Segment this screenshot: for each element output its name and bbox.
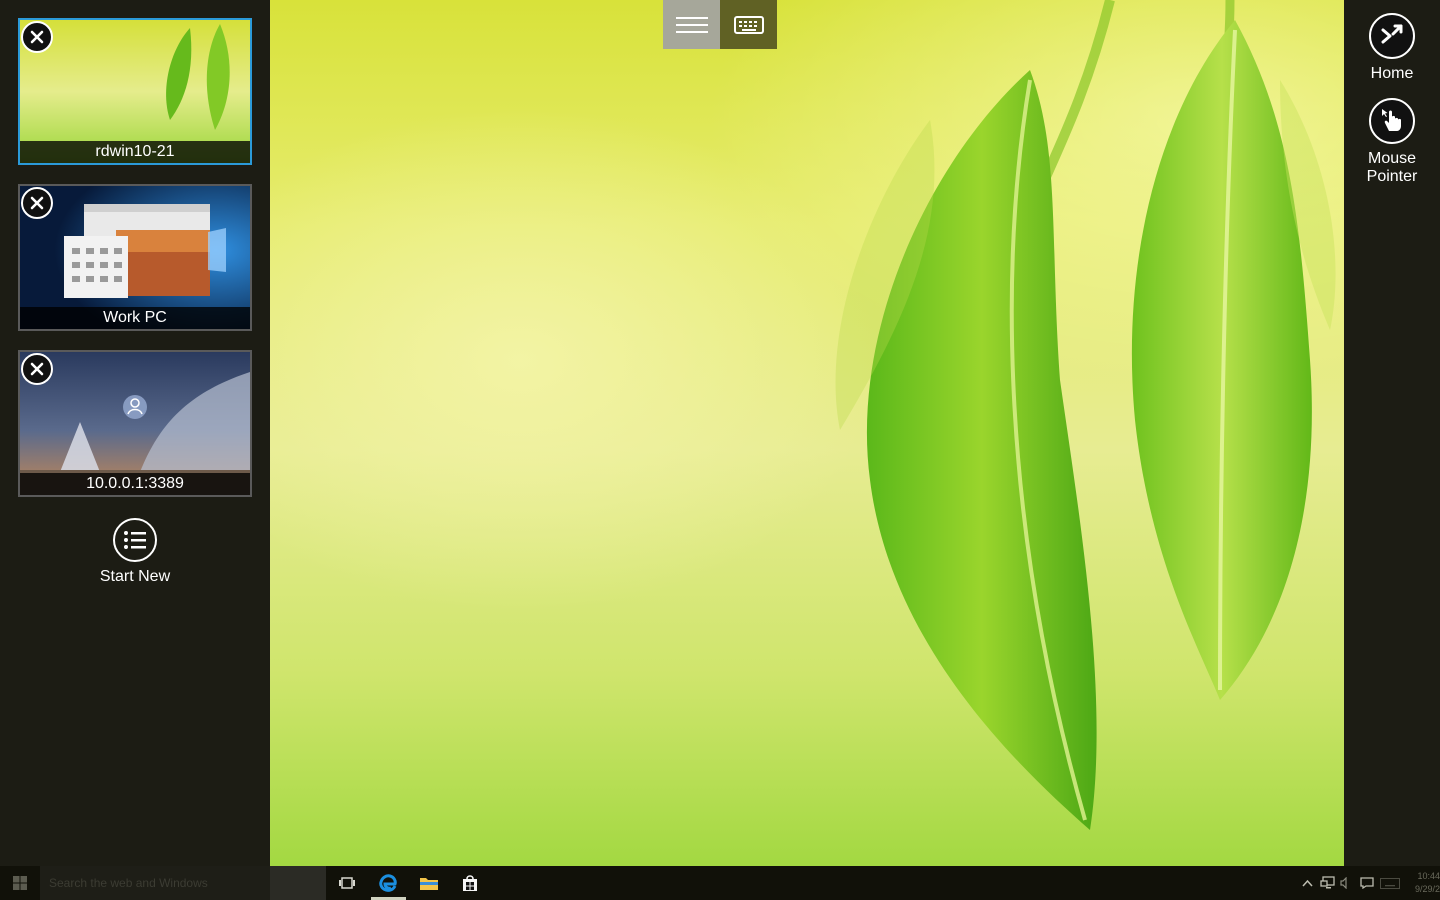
volume-button[interactable] bbox=[1340, 866, 1350, 900]
taskbar-clock[interactable]: 10:44 9/29/2 bbox=[1408, 870, 1440, 896]
keyboard-icon bbox=[1380, 877, 1400, 889]
hand-pointer-icon bbox=[1369, 98, 1415, 144]
session-thumbnail-10-0-0-1[interactable]: 10.0.0.1:3389 bbox=[18, 350, 252, 497]
session-thumbnail-rdwin10-21[interactable]: rdwin10-21 bbox=[18, 18, 252, 165]
remote-desktop-icon bbox=[1369, 13, 1415, 59]
session-thumbnail-work-pc[interactable]: Work PC bbox=[18, 184, 252, 331]
remote-toolbar bbox=[663, 0, 777, 49]
task-view-icon bbox=[339, 877, 355, 889]
task-view-button[interactable] bbox=[327, 866, 367, 900]
session-label: Work PC bbox=[20, 307, 250, 329]
touch-keyboard-button[interactable] bbox=[1380, 866, 1400, 900]
sessions-panel: rdwin10-21 Work PC 10.0.0.1:3389 Start N… bbox=[0, 0, 270, 866]
notification-icon bbox=[1360, 877, 1374, 889]
menu-button[interactable] bbox=[663, 0, 720, 49]
edge-icon bbox=[379, 874, 397, 892]
clock-time: 10:44 bbox=[1417, 871, 1440, 881]
mouse-pointer-label: Mouse Pointer bbox=[1344, 150, 1440, 186]
start-new-label: Start New bbox=[99, 568, 171, 585]
keyboard-button[interactable] bbox=[720, 0, 777, 49]
mouse-pointer-label-line1: Mouse bbox=[1367, 150, 1417, 167]
volume-icon bbox=[1340, 877, 1347, 889]
file-explorer-button[interactable] bbox=[409, 866, 449, 900]
close-icon bbox=[30, 362, 44, 376]
session-label: 10.0.0.1:3389 bbox=[20, 473, 250, 495]
mouse-pointer-label-line2: Pointer bbox=[1366, 168, 1418, 185]
action-center-button[interactable] bbox=[1360, 866, 1374, 900]
hamburger-icon bbox=[675, 16, 708, 33]
home-label: Home bbox=[1370, 65, 1414, 82]
keyboard-icon bbox=[733, 15, 764, 34]
close-session-button[interactable] bbox=[21, 187, 53, 219]
mouse-pointer-button[interactable]: Mouse Pointer bbox=[1344, 98, 1440, 186]
home-button[interactable]: Home bbox=[1344, 13, 1440, 83]
edge-button[interactable] bbox=[368, 866, 408, 900]
network-icon bbox=[1320, 876, 1335, 889]
show-hidden-icons-button[interactable] bbox=[1302, 866, 1313, 900]
session-label: rdwin10-21 bbox=[20, 141, 250, 163]
actions-panel: Home Mouse Pointer bbox=[1344, 0, 1440, 866]
list-icon bbox=[113, 518, 157, 562]
chevron-up-icon bbox=[1302, 879, 1313, 887]
close-icon bbox=[30, 196, 44, 210]
windows-start-button[interactable] bbox=[0, 866, 40, 900]
taskbar-search-input[interactable]: Search the web and Windows bbox=[40, 866, 270, 900]
store-button[interactable] bbox=[450, 866, 490, 900]
close-icon bbox=[30, 30, 44, 44]
file-explorer-icon bbox=[420, 878, 438, 890]
start-new-button[interactable]: Start New bbox=[90, 518, 180, 586]
clock-date: 9/29/2 bbox=[1414, 884, 1440, 894]
remote-taskbar: Search the web and Windows 10:44 9/29/2 bbox=[0, 866, 1440, 900]
close-session-button[interactable] bbox=[21, 21, 53, 53]
network-button[interactable] bbox=[1320, 866, 1336, 900]
windows-logo-icon bbox=[13, 876, 27, 890]
taskbar-cortana-area bbox=[270, 866, 326, 900]
close-session-button[interactable] bbox=[21, 353, 53, 385]
store-icon bbox=[463, 875, 477, 891]
